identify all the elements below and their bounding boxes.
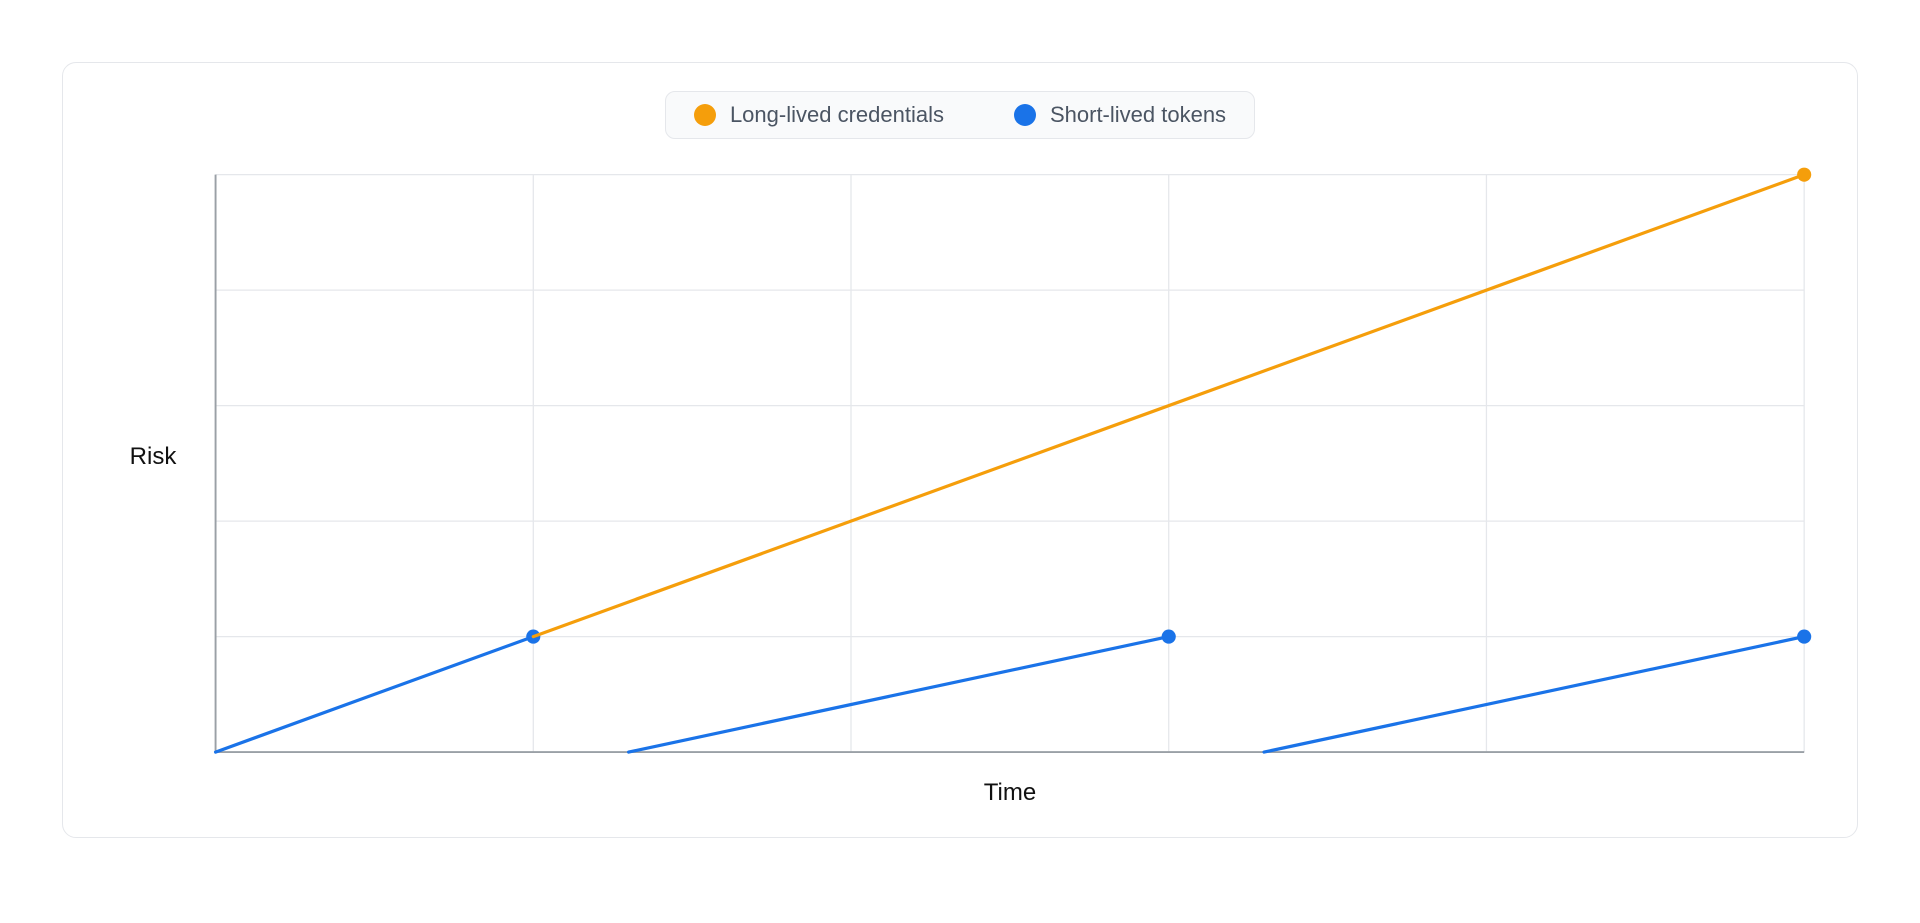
legend-swatch-long-lived (694, 104, 716, 126)
chart-plot (213, 149, 1817, 765)
legend-label-long-lived: Long-lived credentials (730, 102, 944, 128)
legend-item-long-lived: Long-lived credentials (694, 102, 944, 128)
legend-swatch-short-lived (1014, 104, 1036, 126)
chart-legend: Long-lived credentials Short-lived token… (665, 91, 1255, 139)
chart-card: Long-lived credentials Short-lived token… (62, 62, 1858, 838)
legend-item-short-lived: Short-lived tokens (1014, 102, 1226, 128)
y-axis-label: Risk (103, 443, 203, 471)
x-axis-label: Time (103, 779, 1817, 807)
legend-label-short-lived: Short-lived tokens (1050, 102, 1226, 128)
